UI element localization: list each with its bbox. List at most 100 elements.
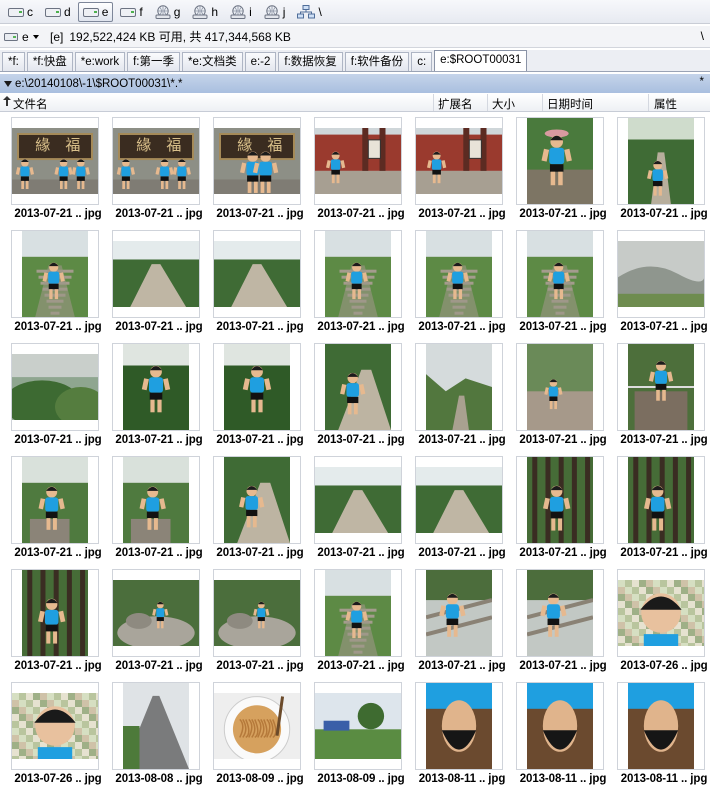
file-name: 2013-08-11 .. jpg (620, 773, 708, 785)
photo-thumbnail (325, 231, 391, 317)
thumbnail-item[interactable]: 2013-07-21 .. jpg (513, 226, 613, 338)
drive-button-c[interactable]: c (3, 2, 38, 22)
thumbnail-item[interactable]: 2013-07-21 .. jpg (614, 452, 710, 564)
thumbnail-item[interactable]: 2013-07-21 .. jpg (412, 565, 512, 677)
photo-thumbnail (628, 683, 694, 769)
thumbnail-item[interactable]: 2013-07-21 .. jpg (109, 452, 209, 564)
thumbnail-frame (617, 117, 705, 205)
drive-button-f[interactable]: f (115, 2, 147, 22)
thumbnail-item[interactable]: 2013-07-26 .. jpg (614, 565, 710, 677)
thumbnail-item[interactable]: 2013-07-21 .. jpg (8, 226, 108, 338)
column-attributes[interactable]: 属性 (654, 96, 677, 112)
drive-button-i[interactable]: i (225, 2, 257, 22)
thumbnail-item[interactable]: 2013-07-21 .. jpg (311, 113, 411, 225)
thumbnail-item[interactable]: 2013-07-21 .. jpg (210, 339, 310, 451)
thumbnail-item[interactable]: 2013-07-21 .. jpg (311, 226, 411, 338)
folder-tab[interactable]: *f: (2, 52, 25, 71)
folder-tab[interactable]: e:$ROOT00031 (434, 50, 528, 71)
drive-button-network[interactable]: \ (292, 2, 326, 22)
photo-thumbnail (123, 457, 189, 543)
thumbnail-item[interactable]: 2013-07-21 .. jpg (513, 565, 613, 677)
thumbnail-item[interactable]: 2013-07-21 .. jpg (311, 339, 411, 451)
thumbnail-item[interactable]: 2013-08-08 .. jpg (109, 678, 209, 790)
filter-star[interactable]: * (700, 76, 704, 88)
folder-tab[interactable]: *e:文档类 (182, 52, 243, 71)
thumbnail-item[interactable]: 2013-07-21 .. jpg (614, 113, 710, 225)
thumbnail-frame (314, 343, 402, 431)
drive-button-e[interactable]: e (77, 1, 114, 22)
history-dropdown-icon[interactable] (4, 80, 12, 87)
thumbnail-item[interactable]: 2013-07-21 .. jpg (210, 565, 310, 677)
thumbnail-item[interactable]: 2013-07-21 .. jpg (412, 452, 512, 564)
column-date[interactable]: 日期时间 (547, 96, 593, 112)
thumbnail-item[interactable]: 2013-07-21 .. jpg (311, 565, 411, 677)
thumbnail-item[interactable]: 緣福 2013-07-21 .. jpg (109, 113, 209, 225)
drive-button-d[interactable]: d (40, 2, 76, 22)
thumbnail-item[interactable]: 2013-07-21 .. jpg (311, 452, 411, 564)
thumbnail-item[interactable]: 2013-07-21 .. jpg (109, 339, 209, 451)
file-name: 2013-07-21 .. jpg (519, 321, 607, 333)
thumbnail-item[interactable]: 2013-07-21 .. jpg (8, 565, 108, 677)
thumbnail-item[interactable]: 2013-07-21 .. jpg (109, 565, 209, 677)
thumbnail-item[interactable]: 2013-07-21 .. jpg (513, 452, 613, 564)
column-name[interactable]: 文件名 (13, 96, 48, 112)
thumbnail-item[interactable]: 2013-07-21 .. jpg (614, 226, 710, 338)
file-name: 2013-07-21 .. jpg (317, 660, 405, 672)
folder-tab[interactable]: f:软件备份 (344, 52, 410, 71)
drive-select[interactable]: e (4, 30, 44, 44)
thumbnail-item[interactable]: 2013-07-21 .. jpg (513, 113, 613, 225)
file-name: 2013-08-08 .. jpg (115, 773, 203, 785)
thumbnail-item[interactable]: 2013-07-21 .. jpg (614, 339, 710, 451)
file-name: 2013-07-21 .. jpg (418, 208, 506, 220)
thumbnail-item[interactable]: 2013-07-21 .. jpg (412, 226, 512, 338)
thumbnail-item[interactable]: 2013-07-21 .. jpg (109, 226, 209, 338)
thumbnail-item[interactable]: 2013-07-21 .. jpg (412, 113, 512, 225)
thumbnail-item[interactable]: 2013-07-21 .. jpg (412, 339, 512, 451)
drive-button-g[interactable]: g (150, 2, 186, 22)
thumbnail-frame (415, 117, 503, 205)
network-icon (297, 4, 316, 19)
photo-thumbnail (527, 118, 593, 204)
photo-thumbnail (426, 231, 492, 317)
photo-thumbnail (416, 467, 502, 533)
folder-tab[interactable]: *f:快盘 (26, 52, 73, 71)
svg-text:緣: 緣 (237, 136, 252, 154)
thumbnail-item[interactable]: 緣福 2013-07-21 .. jpg (8, 113, 108, 225)
drive-bar: c d e f g h i j \ (0, 0, 710, 24)
folder-tab[interactable]: c: (411, 52, 433, 71)
thumbnail-frame: 緣福 (11, 117, 99, 205)
thumbnail-item[interactable]: 2013-07-26 .. jpg (8, 678, 108, 790)
file-name: 2013-07-21 .. jpg (216, 660, 304, 672)
root-button[interactable]: \ (701, 29, 704, 43)
photo-thumbnail (426, 344, 492, 430)
thumbnail-item[interactable]: 2013-07-21 .. jpg (8, 339, 108, 451)
svg-text:福: 福 (267, 136, 282, 154)
folder-tab[interactable]: *e:work (74, 52, 126, 71)
thumbnail-frame (415, 456, 503, 544)
folder-tab[interactable]: f:第一季 (127, 52, 180, 71)
drive-button-h[interactable]: h (187, 2, 223, 22)
thumbnail-item[interactable]: 2013-07-21 .. jpg (8, 452, 108, 564)
photo-thumbnail (527, 570, 593, 656)
thumbnail-item[interactable]: 2013-07-21 .. jpg (513, 339, 613, 451)
file-name: 2013-07-21 .. jpg (620, 208, 708, 220)
thumbnail-item[interactable]: 2013-08-11 .. jpg (614, 678, 710, 790)
thumbnail-item[interactable]: 2013-07-21 .. jpg (210, 452, 310, 564)
folder-tab[interactable]: e:-2 (244, 52, 277, 71)
file-name: 2013-07-21 .. jpg (317, 434, 405, 446)
thumbnail-item[interactable]: 2013-08-09 .. jpg (311, 678, 411, 790)
drive-button-j[interactable]: j (259, 2, 291, 22)
thumbnail-item[interactable]: 2013-08-11 .. jpg (513, 678, 613, 790)
folder-tab[interactable]: f:数据恢复 (278, 52, 343, 71)
path-bar[interactable]: e:\20140108\-1\$ROOT00031\*.* * (0, 74, 710, 93)
thumbnail-frame (415, 682, 503, 770)
column-size[interactable]: 大小 (492, 96, 515, 112)
thumbnail-item[interactable]: 2013-08-09 .. jpg (210, 678, 310, 790)
file-name: 2013-07-21 .. jpg (418, 547, 506, 559)
thumbnail-item[interactable]: 2013-07-21 .. jpg (210, 226, 310, 338)
network-drive-icon (192, 4, 208, 19)
thumbnail-item[interactable]: 緣福 2013-07-21 .. jpg (210, 113, 310, 225)
column-extension[interactable]: 扩展名 (438, 96, 473, 112)
thumbnail-item[interactable]: 2013-08-11 .. jpg (412, 678, 512, 790)
photo-thumbnail (527, 457, 593, 543)
